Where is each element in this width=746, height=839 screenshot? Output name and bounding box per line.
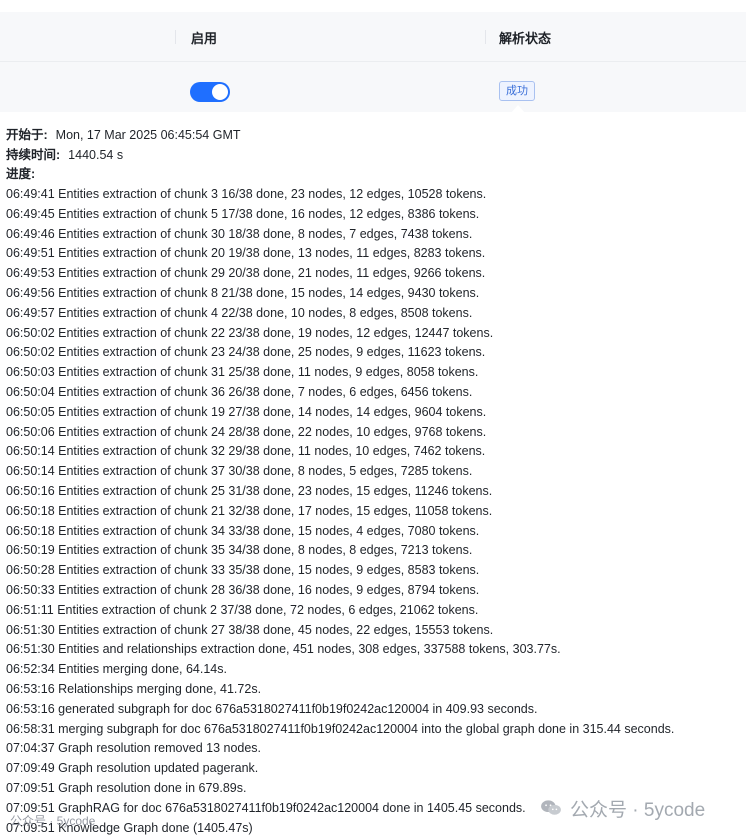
duration-line: 持续时间: 1440.54 s: [6, 144, 123, 163]
progress-log-line: 06:50:19 Entities extraction of chunk 35…: [6, 543, 473, 558]
progress-log-line: 06:58:31 merging subgraph for doc 676a53…: [6, 721, 675, 736]
progress-log-line: 06:49:46 Entities extraction of chunk 30…: [6, 226, 473, 241]
progress-log-line: 07:09:49 Graph resolution updated pagera…: [6, 761, 259, 776]
column-header-enable[interactable]: 启用: [191, 28, 217, 47]
status-badge[interactable]: 成功: [499, 81, 535, 101]
progress-log-line: 06:50:16 Entities extraction of chunk 25…: [6, 483, 493, 498]
enable-toggle[interactable]: [190, 82, 230, 102]
watermark-right-text: 公众号 · 5ycode: [570, 799, 706, 821]
column-header-parse-status[interactable]: 解析状态: [499, 28, 551, 47]
progress-log-line: 06:53:16 generated subgraph for doc 676a…: [6, 701, 538, 716]
column-divider: [485, 30, 486, 44]
start-time-label: 开始于:: [6, 128, 48, 142]
table-row: 成功: [0, 62, 746, 112]
progress-log-line: 06:50:14 Entities extraction of chunk 32…: [6, 444, 486, 459]
progress-log-line: 06:52:34 Entities merging done, 64.14s.: [6, 662, 227, 677]
start-time-line: 开始于: Mon, 17 Mar 2025 06:45:54 GMT: [6, 124, 241, 143]
progress-log-line: 06:49:41 Entities extraction of chunk 3 …: [6, 187, 487, 201]
wechat-icon: [541, 800, 561, 815]
progress-log-line: 06:50:18 Entities extraction of chunk 34…: [6, 523, 480, 538]
parse-progress-popover: 开始于: Mon, 17 Mar 2025 06:45:54 GMT 持续时间: 1…: [0, 112, 746, 839]
toggle-knob: [212, 84, 228, 100]
progress-log-line: 06:50:14 Entities extraction of chunk 37…: [6, 464, 473, 479]
progress-label-line: 进度:: [6, 163, 43, 182]
duration-label: 持续时间:: [6, 148, 61, 162]
progress-log-line: 06:49:56 Entities extraction of chunk 8 …: [6, 285, 480, 300]
progress-log-line: 06:50:02 Entities extraction of chunk 22…: [6, 325, 494, 340]
progress-log-line: 06:50:33 Entities extraction of chunk 28…: [6, 582, 480, 597]
progress-log-line: 06:50:28 Entities extraction of chunk 33…: [6, 563, 480, 578]
progress-log-line: 06:49:45 Entities extraction of chunk 5 …: [6, 206, 480, 221]
progress-label: 进度:: [6, 167, 36, 181]
start-time-value: Mon, 17 Mar 2025 06:45:54 GMT: [55, 128, 241, 142]
progress-log-line: 06:50:18 Entities extraction of chunk 21…: [6, 503, 493, 518]
progress-log-line: 06:49:51 Entities extraction of chunk 20…: [6, 246, 486, 261]
column-divider: [175, 30, 176, 44]
progress-log-line: 06:49:53 Entities extraction of chunk 29…: [6, 266, 486, 281]
progress-log-line: 06:50:04 Entities extraction of chunk 36…: [6, 384, 473, 399]
progress-log-line: 07:04:37 Graph resolution removed 13 nod…: [6, 741, 262, 756]
progress-log-line: 06:53:16 Relationships merging done, 41.…: [6, 681, 262, 696]
progress-log-line: 06:51:11 Entities extraction of chunk 2 …: [6, 602, 479, 617]
watermark-right: 公众号 · 5ycode: [540, 796, 706, 821]
progress-log-line: 06:49:57 Entities extraction of chunk 4 …: [6, 305, 473, 320]
progress-log-line: 06:51:30 Entities extraction of chunk 27…: [6, 622, 494, 637]
watermark-left: 公众号 · 5ycode: [10, 814, 96, 828]
progress-log-line: 06:50:02 Entities extraction of chunk 23…: [6, 345, 486, 360]
duration-value: 1440.54 s: [68, 148, 124, 162]
progress-log-line: 06:50:03 Entities extraction of chunk 31…: [6, 365, 479, 380]
progress-log-line: 06:50:05 Entities extraction of chunk 19…: [6, 404, 487, 419]
progress-log: 06:49:41 Entities extraction of chunk 3 …: [6, 185, 674, 838]
table-header: 启用 解析状态: [0, 12, 746, 62]
progress-log-line: 06:51:30 Entities and relationships extr…: [6, 642, 561, 657]
progress-log-line: 06:50:06 Entities extraction of chunk 24…: [6, 424, 487, 439]
page: 启用 解析状态 成功 开始于: Mon, 17 Mar 2025 06:45:54…: [0, 0, 746, 839]
